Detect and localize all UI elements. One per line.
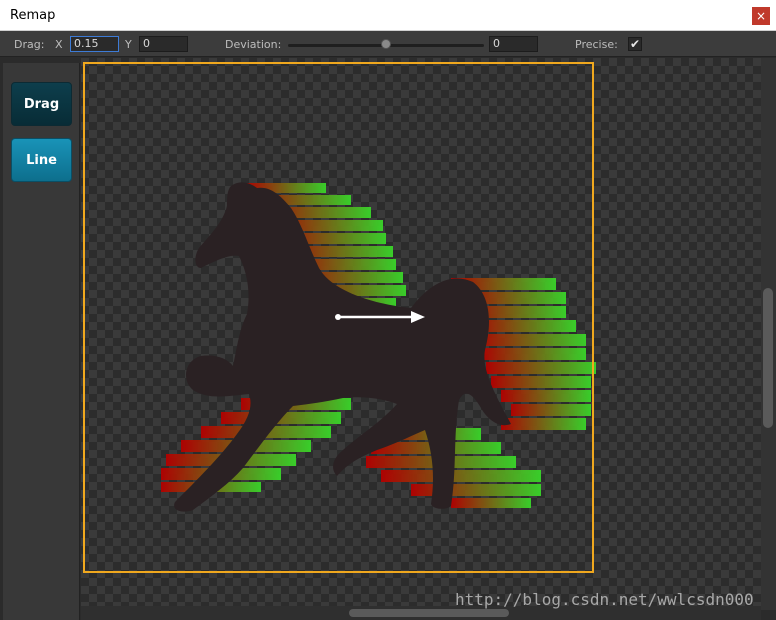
window-title: Remap <box>10 8 56 23</box>
watermark: http://blog.csdn.net/wwlcsdn000 <box>455 590 754 609</box>
x-input[interactable]: 0.15 <box>70 36 119 52</box>
toolbar: Drag: X 0.15 Y 0 Deviation: 0 Precise: ✔ <box>0 31 776 57</box>
tool-sidebar: Drag Line <box>3 63 80 620</box>
close-icon[interactable]: × <box>752 7 770 25</box>
precise-label: Precise: <box>575 38 618 51</box>
canvas-bounds-frame <box>83 62 594 573</box>
drag-tool-button[interactable]: Drag <box>11 82 72 126</box>
vertical-scrollbar[interactable] <box>761 58 776 610</box>
deviation-slider-handle[interactable] <box>381 39 391 49</box>
x-label: X <box>55 38 63 51</box>
deviation-label: Deviation: <box>225 38 282 51</box>
line-tool-button[interactable]: Line <box>11 138 72 182</box>
canvas-viewport[interactable] <box>81 58 761 610</box>
title-bar: Remap × <box>0 0 776 31</box>
deviation-input[interactable]: 0 <box>489 36 538 52</box>
y-label: Y <box>125 38 132 51</box>
horizontal-scrollbar-thumb[interactable] <box>349 609 509 617</box>
precise-checkbox[interactable]: ✔ <box>628 37 642 51</box>
vertical-scrollbar-thumb[interactable] <box>763 288 773 428</box>
drag-label: Drag: <box>14 38 45 51</box>
y-input[interactable]: 0 <box>139 36 188 52</box>
